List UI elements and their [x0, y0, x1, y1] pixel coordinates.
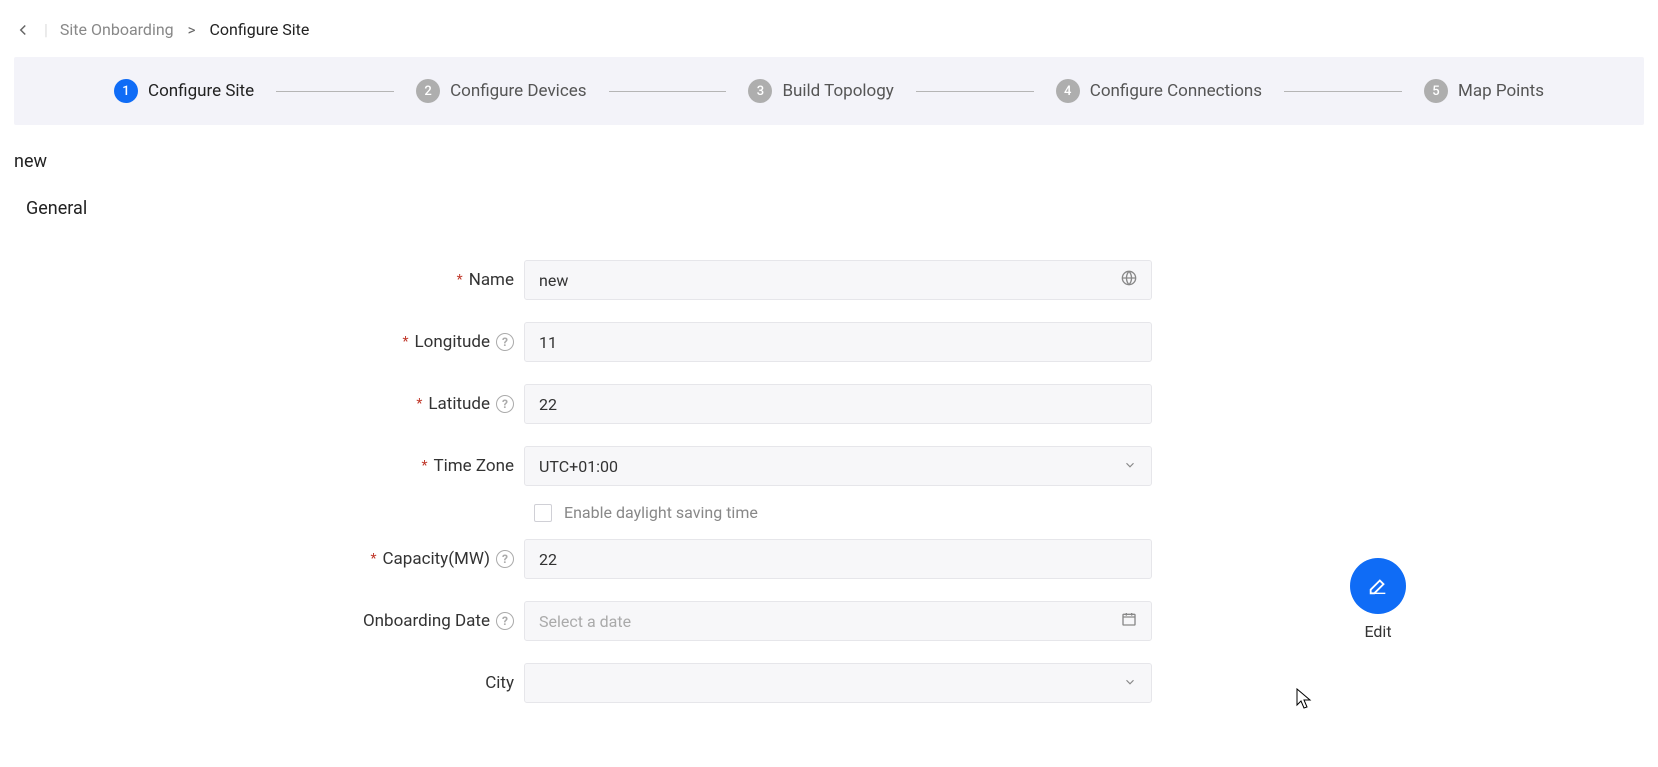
step-number: 1	[114, 79, 138, 103]
label-city: City	[485, 673, 514, 693]
step-number: 3	[748, 79, 772, 103]
form-row-name: * Name new	[0, 249, 1658, 311]
city-select[interactable]	[524, 663, 1152, 703]
help-icon[interactable]: ?	[496, 612, 514, 630]
form-row-capacity: * Capacity(MW) ? 22	[0, 528, 1658, 590]
help-icon[interactable]: ?	[496, 395, 514, 413]
label-dst: Enable daylight saving time	[564, 503, 758, 522]
required-star: *	[403, 335, 409, 349]
page-title: new	[0, 125, 1658, 180]
step-label: Configure Connections	[1090, 81, 1262, 101]
label-longitude: Longitude	[415, 332, 490, 352]
help-icon[interactable]: ?	[496, 550, 514, 568]
form-row-city: City	[0, 652, 1658, 714]
step-number: 4	[1056, 79, 1080, 103]
step-build-topology[interactable]: 3 Build Topology	[748, 79, 893, 103]
required-star: *	[370, 552, 376, 566]
step-number: 5	[1424, 79, 1448, 103]
breadcrumb: | Site Onboarding > Configure Site	[0, 0, 1658, 51]
breadcrumb-current: Configure Site	[210, 20, 310, 39]
edit-icon	[1350, 558, 1406, 614]
globe-icon[interactable]	[1121, 270, 1137, 290]
chevron-right-icon: >	[188, 21, 196, 39]
label-latitude: Latitude	[428, 394, 490, 414]
breadcrumb-parent[interactable]: Site Onboarding	[60, 20, 174, 39]
onboarding-date-input[interactable]: Select a date	[524, 601, 1152, 641]
label-name: Name	[469, 270, 514, 290]
breadcrumb-divider: |	[44, 20, 48, 39]
form-row-onboarding-date: Onboarding Date ? Select a date	[0, 590, 1658, 652]
label-capacity: Capacity(MW)	[382, 549, 490, 569]
edit-label: Edit	[1364, 622, 1391, 641]
required-star: *	[421, 459, 427, 473]
step-connector	[609, 91, 727, 92]
step-connector	[1284, 91, 1402, 92]
calendar-icon	[1121, 611, 1137, 631]
step-connector	[276, 91, 394, 92]
form-general: * Name new * Longitude ? 11 * L	[0, 227, 1658, 714]
label-timezone: Time Zone	[433, 456, 514, 476]
latitude-input[interactable]: 22	[524, 384, 1152, 424]
step-configure-site[interactable]: 1 Configure Site	[114, 79, 254, 103]
form-row-dst: Enable daylight saving time	[0, 497, 1658, 528]
name-input[interactable]: new	[524, 260, 1152, 300]
timezone-select[interactable]: UTC+01:00	[524, 446, 1152, 486]
step-label: Build Topology	[782, 81, 893, 101]
step-number: 2	[416, 79, 440, 103]
step-configure-devices[interactable]: 2 Configure Devices	[416, 79, 586, 103]
form-row-latitude: * Latitude ? 22	[0, 373, 1658, 435]
label-onboarding-date: Onboarding Date	[363, 611, 490, 631]
form-row-timezone: * Time Zone UTC+01:00	[0, 435, 1658, 497]
step-configure-connections[interactable]: 4 Configure Connections	[1056, 79, 1262, 103]
form-row-longitude: * Longitude ? 11	[0, 311, 1658, 373]
wizard-steps: 1 Configure Site 2 Configure Devices 3 B…	[14, 57, 1644, 125]
dst-checkbox[interactable]	[534, 504, 552, 522]
chevron-down-icon	[1123, 457, 1137, 476]
step-label: Map Points	[1458, 81, 1544, 101]
chevron-down-icon	[1123, 674, 1137, 693]
step-label: Configure Site	[148, 81, 254, 101]
help-icon[interactable]: ?	[496, 333, 514, 351]
section-title: General	[0, 180, 1658, 227]
step-connector	[916, 91, 1034, 92]
required-star: *	[416, 397, 422, 411]
longitude-input[interactable]: 11	[524, 322, 1152, 362]
back-arrow-icon[interactable]	[14, 21, 32, 39]
capacity-input[interactable]: 22	[524, 539, 1152, 579]
required-star: *	[457, 273, 463, 287]
step-map-points[interactable]: 5 Map Points	[1424, 79, 1544, 103]
step-label: Configure Devices	[450, 81, 586, 101]
edit-button[interactable]: Edit	[1350, 558, 1406, 641]
